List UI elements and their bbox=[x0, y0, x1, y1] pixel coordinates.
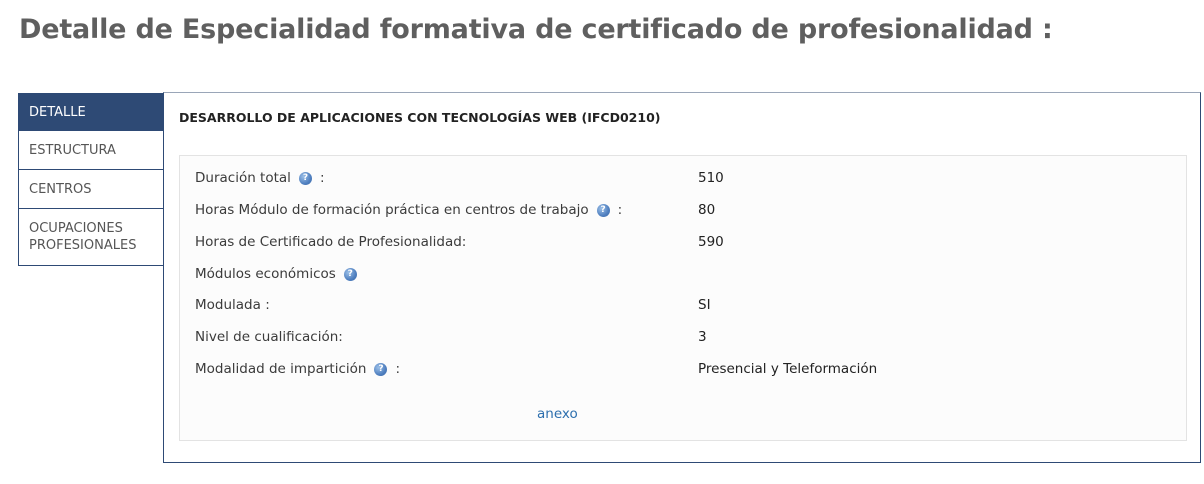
detail-panel: DESARROLLO DE APLICACIONES CON TECNOLOGÍ… bbox=[163, 92, 1201, 463]
row-value: SI bbox=[698, 297, 711, 313]
tab-centros[interactable]: CENTROS bbox=[19, 170, 164, 209]
row-duracion-total: Duración total ? : 510 bbox=[195, 168, 1176, 188]
page-title: Detalle de Especialidad formativa de cer… bbox=[19, 14, 1053, 45]
help-icon[interactable]: ? bbox=[596, 203, 610, 217]
row-value: 3 bbox=[698, 329, 707, 345]
row-modalidad-imparticion: Modalidad de impartición ? : Presencial … bbox=[195, 359, 1176, 379]
specialty-title: DESARROLLO DE APLICACIONES CON TECNOLOGÍ… bbox=[179, 110, 661, 125]
help-icon[interactable]: ? bbox=[298, 171, 312, 185]
row-horas-modulo-practicas: Horas Módulo de formación práctica en ce… bbox=[195, 200, 1176, 220]
row-value: 590 bbox=[698, 234, 724, 250]
row-modulada: Modulada : SI bbox=[195, 295, 1176, 315]
row-colon: : bbox=[395, 361, 401, 377]
row-colon: : bbox=[617, 202, 623, 218]
row-value: Presencial y Teleformación bbox=[698, 361, 878, 377]
tab-list: DETALLE ESTRUCTURA CENTROS OCUPACIONES P… bbox=[18, 93, 164, 266]
tab-detalle[interactable]: DETALLE bbox=[19, 94, 164, 131]
anexo-link[interactable]: anexo bbox=[537, 406, 578, 422]
help-icon[interactable]: ? bbox=[343, 267, 357, 281]
row-value: 80 bbox=[698, 202, 716, 218]
row-colon: : bbox=[319, 170, 325, 186]
row-value: 510 bbox=[698, 170, 724, 186]
row-label: Duración total bbox=[195, 170, 291, 186]
row-label: Módulos económicos bbox=[195, 266, 336, 282]
row-label: Horas de Certificado de Profesionalidad: bbox=[195, 234, 467, 250]
help-icon[interactable]: ? bbox=[374, 362, 388, 376]
row-label: Nivel de cualificación: bbox=[195, 329, 343, 345]
tab-ocupaciones-profesionales[interactable]: OCUPACIONES PROFESIONALES bbox=[19, 209, 164, 265]
tab-estructura[interactable]: ESTRUCTURA bbox=[19, 131, 164, 170]
row-modulos-economicos: Módulos económicos ? bbox=[195, 264, 1176, 284]
row-label: Modalidad de impartición bbox=[195, 361, 367, 377]
info-box: Duración total ? : 510 Horas Módulo de f… bbox=[179, 155, 1187, 441]
row-label: Horas Módulo de formación práctica en ce… bbox=[195, 202, 589, 218]
row-label: Modulada : bbox=[195, 297, 270, 313]
row-horas-certificado: Horas de Certificado de Profesionalidad:… bbox=[195, 232, 1176, 252]
row-nivel-cualificacion: Nivel de cualificación: 3 bbox=[195, 327, 1176, 347]
